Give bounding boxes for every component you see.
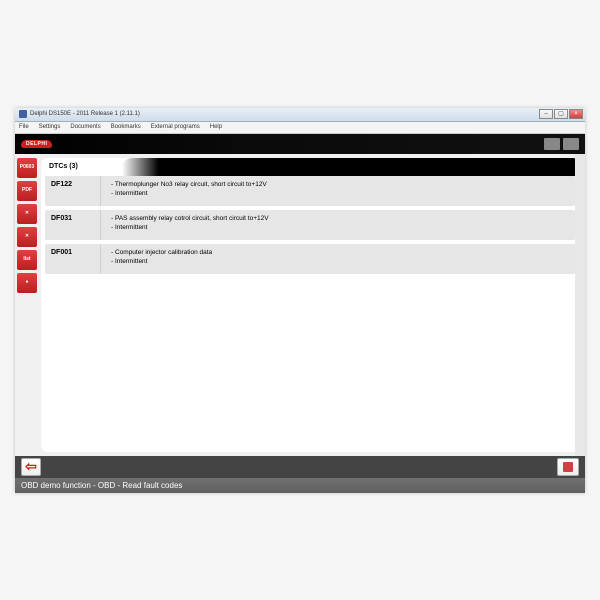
action-button[interactable] [557,458,579,476]
app-icon [19,110,27,118]
menubar: File Settings Documents Bookmarks Extern… [15,122,585,134]
menu-help[interactable]: Help [210,124,222,130]
dtc-row[interactable]: DF122 - Thermoplunger No3 relay circuit,… [45,176,575,206]
menu-external[interactable]: External programs [151,124,200,130]
tool-info[interactable]: ● [17,273,37,293]
header-button-1[interactable] [544,138,560,150]
maximize-button[interactable]: ▢ [554,109,568,119]
header-button-2[interactable] [563,138,579,150]
menu-bookmarks[interactable]: Bookmarks [111,124,141,130]
tool-p0603[interactable]: P0603 [17,158,37,178]
scrollbar[interactable] [575,154,585,456]
dtc-row[interactable]: DF031 - PAS assembly relay cotrol circui… [45,210,575,240]
dtc-list: DF122 - Thermoplunger No3 relay circuit,… [41,176,579,452]
dtc-description: - PAS assembly relay cotrol circuit, sho… [101,210,575,240]
dtc-code: DF001 [45,244,101,274]
menu-settings[interactable]: Settings [39,124,61,130]
app-window: Delphi DS150E - 2011 Release 1 (2.11.1) … [15,108,585,493]
dtc-code: DF031 [45,210,101,240]
content-area: P0603 PDF ✕ ✕ list ● DTCs (3) DF122 - Th… [15,154,585,456]
tool-list[interactable]: list [17,250,37,270]
dtc-description: - Thermoplunger No3 relay circuit, short… [101,176,575,206]
back-arrow-icon: ⇦ [25,458,37,475]
statusbar: OBD demo function - OBD - Read fault cod… [15,478,585,493]
window-title: Delphi DS150E - 2011 Release 1 (2.11.1) [30,111,140,117]
left-toolbar: P0603 PDF ✕ ✕ list ● [15,154,39,456]
header: DELPHI [15,134,585,154]
tool-settings-icon[interactable]: ✕ [17,204,37,224]
main-panel: DTCs (3) DF122 - Thermoplunger No3 relay… [41,158,579,452]
status-text: OBD demo function - OBD - Read fault cod… [21,481,182,490]
menu-documents[interactable]: Documents [70,124,100,130]
action-icon [563,462,573,472]
close-button[interactable]: × [569,109,583,119]
brand-logo: DELPHI [21,140,52,148]
bottom-bar: ⇦ [15,456,585,478]
dtc-title: DTCs (3) [49,163,78,170]
tool-pdf[interactable]: PDF [17,181,37,201]
dtc-header: DTCs (3) [41,158,579,176]
back-button[interactable]: ⇦ [21,458,41,476]
titlebar: Delphi DS150E - 2011 Release 1 (2.11.1) … [15,108,585,122]
dtc-description: - Computer injector calibration data - I… [101,244,575,274]
menu-file[interactable]: File [19,124,29,130]
tool-erase-icon[interactable]: ✕ [17,227,37,247]
minimize-button[interactable]: – [539,109,553,119]
dtc-code: DF122 [45,176,101,206]
dtc-row[interactable]: DF001 - Computer injector calibration da… [45,244,575,274]
